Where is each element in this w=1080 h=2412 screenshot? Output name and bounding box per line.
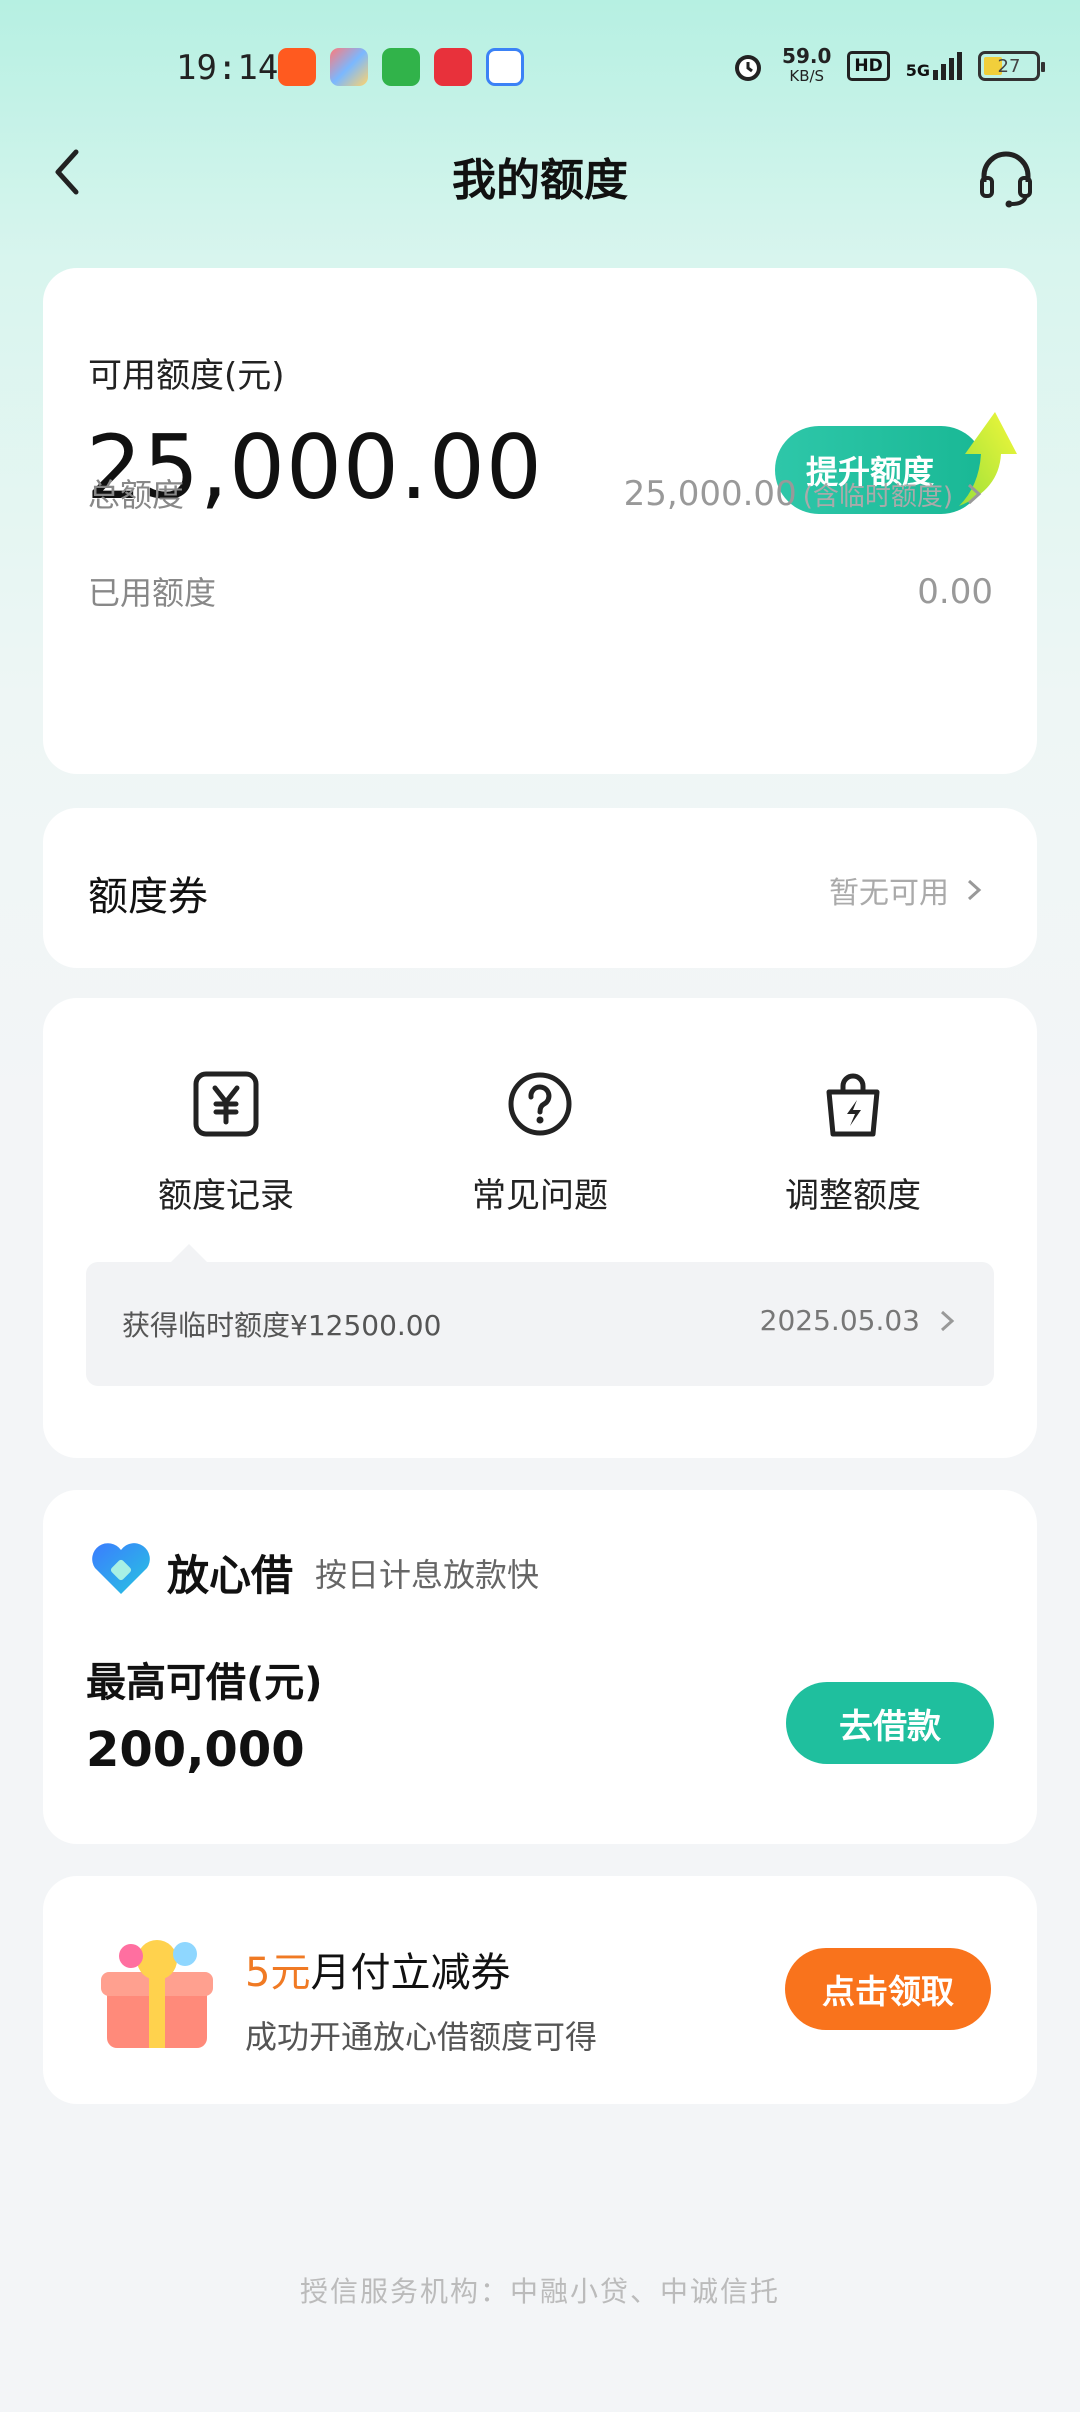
brand-slogan: 按日计息放款快 [315,1556,540,1594]
gift-box-icon [101,1940,213,2048]
record-text: 获得临时额度¥12500.00 [122,1309,442,1342]
quota-record-item[interactable]: 获得临时额度¥12500.00 2025.05.03 [86,1262,994,1386]
status-bar: 19:14 59.0 KB/S HD 5G 27 [0,0,1080,140]
signal-icon: 5G [906,52,962,80]
shortcuts-card: 额度记录 常见问题 调整额度 获得临时额度¥12500.00 2025.05.0… [43,998,1037,1458]
max-loan-value: 200,000 [86,1722,305,1778]
battery-icon: 27 [978,51,1045,81]
available-quota-label: 可用额度(元) [88,356,285,396]
chevron-right-icon [940,1310,955,1331]
total-quota-row[interactable]: 25,000.00 (含临时额度) [624,474,989,514]
total-quota-label: 总额度 [88,476,185,514]
toutiao-app-icon [434,48,472,86]
hd-badge: HD [847,51,890,81]
nav-bar: 我的额度 [0,130,1080,220]
borrow-button[interactable]: 去借款 [786,1682,994,1764]
adjust-quota-shortcut[interactable]: 调整额度 [733,1068,973,1217]
max-loan-label: 最高可借(元) [86,1660,323,1706]
quota-record-shortcut[interactable]: 额度记录 [106,1068,346,1217]
loan-card: 放心借 按日计息放款快 最高可借(元) 200,000 去借款 [43,1490,1037,1844]
bag-lightning-icon [826,1073,880,1137]
faq-shortcut[interactable]: 常见问题 [420,1068,660,1217]
page-title: 我的额度 [452,155,628,206]
headset-icon[interactable] [976,148,1036,208]
record-pointer [171,1244,207,1262]
net-speed: 59.0 KB/S [782,44,832,85]
claim-button[interactable]: 点击领取 [785,1948,991,2030]
quota-coupon-status: 暂无可用 [829,868,989,912]
total-quota-value: 25,000.00 [623,474,797,514]
used-quota-value: 0.00 [917,572,993,612]
chevron-right-icon [967,879,982,901]
question-circle-icon [508,1072,572,1136]
footer-institutions: 授信服务机构：中融小贷、中诚信托 [299,2275,780,2308]
kuaishou-app-icon [278,48,316,86]
shop-app-icon [382,48,420,86]
status-time: 19:14 [176,48,279,88]
brand-name: 放心借 [167,1551,294,1600]
promo-card: 5元月付立减券 成功开通放心借额度可得 点击领取 [43,1876,1037,2104]
fangxinjie-logo-icon [92,1543,150,1594]
promo-subtitle: 成功开通放心借额度可得 [245,2018,598,2056]
quota-coupon-card[interactable]: 额度券 暂无可用 [43,808,1037,968]
cloud-app-icon [486,48,524,86]
quota-coupon-label: 额度券 [88,874,208,920]
record-date: 2025.05.03 [760,1304,962,1337]
total-quota-note: (含临时额度) [802,481,953,512]
promo-title: 5元月付立减券 [245,1950,511,1996]
yen-receipt-icon [193,1071,259,1137]
used-quota-label: 已用额度 [88,574,217,612]
photos-app-icon [330,48,368,86]
quota-card: 可用额度(元) 25,000.00 提升额度 总额度 25,000.00 (含临… [43,268,1037,774]
chevron-right-icon [967,483,982,505]
status-indicators: 59.0 KB/S HD 5G 27 [730,44,1045,86]
alarm-icon [735,55,762,81]
